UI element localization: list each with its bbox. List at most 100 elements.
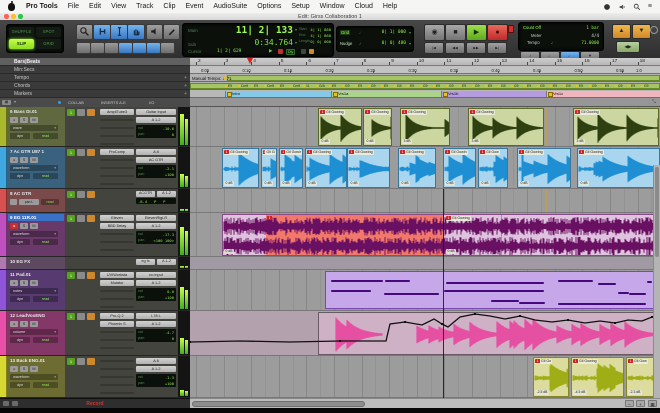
output-selector[interactable]: A 1-2 [157, 191, 176, 197]
clip-gain-badge[interactable]: 0 dB [519, 181, 529, 186]
insert-button[interactable]: UVIWorksta [100, 272, 134, 278]
midi-note[interactable] [444, 290, 544, 292]
midi-up-button[interactable]: ▲ [612, 24, 631, 39]
track-header-back-eng-01[interactable]: 13 Back ENG.01●SMwaveform▾dynread1A 8A 1… [0, 356, 190, 398]
pan-value[interactable]: +100 [165, 295, 174, 300]
record-arm-button[interactable]: ● [10, 321, 18, 327]
start-value[interactable]: 4| 1| 860 [310, 27, 331, 32]
main-counter-value[interactable]: 11| 2| 133 [201, 25, 293, 36]
track-list-menu-icon[interactable]: ▦ [2, 100, 11, 105]
ruler-add-icon[interactable]: + [184, 82, 187, 90]
midi-note[interactable] [629, 293, 646, 295]
clip-gain-badge[interactable]: 0 dB [365, 139, 375, 144]
midi-down-button[interactable]: ▼ [632, 24, 651, 39]
track-name[interactable]: 8 AC GTR [8, 190, 64, 197]
record-arm-button[interactable]: ● [10, 157, 18, 163]
audio-clip[interactable]: 11Gil Gowing0 dB0 dB [222, 214, 660, 256]
apple-menu-icon[interactable] [8, 3, 15, 11]
insert-empty-slot[interactable] [100, 384, 134, 386]
clip-gain-badge[interactable]: 0 dB [446, 249, 456, 254]
track-name[interactable]: 10 EG FX [8, 258, 64, 265]
chord-label[interactable]: Cm9 [241, 84, 248, 88]
chord-label[interactable]: E9 [358, 84, 362, 88]
clip-gain-badge[interactable]: 0 dB [349, 181, 359, 186]
midi-note[interactable] [331, 280, 383, 282]
grid-value[interactable]: 0| 1| 000 [382, 30, 406, 35]
automation-mode-button[interactable]: read [41, 199, 59, 205]
audio-clip[interactable]: 1Gil Gowing0 dB [363, 108, 392, 146]
collab-button-3[interactable] [87, 149, 95, 156]
play-button[interactable]: ▶ [466, 24, 487, 41]
chord-label[interactable]: E9 [488, 84, 492, 88]
audio-clip[interactable]: 1Gil Gowing0 dB [347, 148, 390, 188]
trim-tool-button[interactable] [93, 24, 111, 40]
vol-value[interactable]: -1.3 [165, 375, 174, 380]
track-lane-ac-gtr[interactable] [190, 189, 660, 213]
mute-button[interactable]: M [30, 321, 38, 327]
automation-mode-button[interactable]: read [33, 239, 58, 245]
midi-note[interactable] [385, 280, 410, 282]
chords-ruler[interactable]: E9Cm9E9Cm9E9Cm911G/AE9G9E9G9E9G9E9G9E9G9… [190, 82, 660, 90]
input-selector[interactable]: ACGTR [136, 191, 155, 197]
tempo-label[interactable]: Tempo [527, 40, 540, 45]
vol-value[interactable]: -2.1 [165, 166, 174, 171]
track-lane-leadvoxeng[interactable] [190, 311, 660, 356]
shuffle-mode-button[interactable]: SHUFFLE [9, 27, 34, 37]
nudge-dropdown-icon[interactable]: ▾ [409, 41, 411, 46]
mute-button[interactable]: M [30, 117, 38, 123]
grid-note-icon[interactable]: ♩ [359, 30, 364, 35]
clip-gain-badge[interactable]: 0 dB [320, 139, 330, 144]
audio-clip[interactable]: 1Gil Gowing0 dB [305, 148, 347, 188]
chord-label[interactable]: E9 [605, 84, 609, 88]
vol-value[interactable]: -10.6 [163, 126, 174, 131]
mute-button[interactable]: M [30, 157, 38, 163]
spotlight-icon[interactable] [633, 3, 641, 11]
ruler-name-chords[interactable]: Chords+ [0, 82, 190, 90]
markers-ruler[interactable]: IntroVrs1aVrs1bVrs1c [190, 90, 660, 98]
vol-value[interactable]: 0.0 [167, 289, 174, 294]
link-timeline-button[interactable]: ◀▶ [616, 41, 640, 53]
collab-button-3[interactable] [87, 215, 95, 222]
track-view-selector[interactable]: wave▾ [10, 125, 58, 131]
grid-dropdown-icon[interactable]: ▾ [409, 30, 411, 35]
ruler-name-tempo[interactable]: Tempo+ [0, 74, 190, 82]
chord-label[interactable]: E9 [462, 84, 466, 88]
menu-item-event[interactable]: Event [185, 3, 203, 10]
solo-button[interactable]: S [20, 366, 28, 372]
track-view-selector[interactable]: volume▾ [10, 329, 58, 335]
clip-gain-badge[interactable]: -4.5 dB [573, 390, 587, 395]
chord-label[interactable]: G9 [566, 84, 571, 88]
output-selector[interactable]: A 1-2 [136, 321, 176, 327]
collab-button-2[interactable] [77, 358, 85, 365]
main-counter-dropdown-icon[interactable]: ▾ [295, 27, 297, 32]
track-header-eg-fx[interactable]: 10 EG FXeg fxA 1-2 [0, 257, 190, 270]
vol-value[interactable]: -17.3 [163, 232, 174, 237]
chord-label[interactable]: G9 [618, 84, 623, 88]
toolbar-options-icon[interactable] [650, 26, 658, 34]
vertical-scrollbar[interactable] [653, 165, 660, 398]
insert-button[interactable]: Pro-Q 2 [100, 313, 134, 319]
insert-button[interactable]: Eleven [100, 215, 134, 221]
clip-gain-badge[interactable]: 3 dB [470, 139, 480, 144]
insert-button[interactable]: BBD Delay [100, 223, 134, 229]
zoomer-tool-button[interactable] [76, 24, 93, 40]
solo-button[interactable]: S [20, 321, 28, 327]
grid-mode-button[interactable]: GRID [36, 39, 61, 49]
zoom-preset-3-button[interactable] [104, 42, 119, 54]
tempo-ruler[interactable]: Manual Tempo: ♩71 [190, 74, 660, 82]
menu-item-options[interactable]: Options [257, 3, 281, 10]
track-list-dropdown-icon[interactable]: ▾ [14, 99, 16, 104]
marker-segment-vrs1a[interactable]: Vrs1a [331, 91, 441, 98]
menu-item-view[interactable]: View [111, 3, 126, 10]
chord-label[interactable]: G9 [540, 84, 545, 88]
chord-label[interactable]: G9 [423, 84, 428, 88]
input-selector[interactable]: A 8 [136, 358, 176, 364]
count-off-label[interactable]: Count Off [523, 25, 541, 30]
collab-button-1[interactable]: 1 [67, 109, 75, 116]
chord-label[interactable]: E9 [384, 84, 388, 88]
midi-note[interactable] [331, 290, 371, 292]
track-name[interactable]: 7 Ac GTR U87 1 [8, 148, 64, 155]
chord-label[interactable]: G9 [345, 84, 350, 88]
marker-segment-vrs1b[interactable]: Vrs1b [441, 91, 546, 98]
automation-mode-button[interactable]: read [33, 133, 58, 139]
